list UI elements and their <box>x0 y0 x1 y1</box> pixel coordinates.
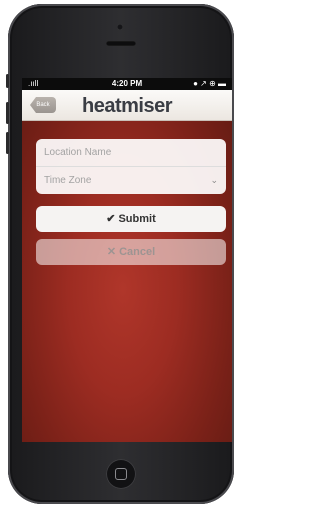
home-button[interactable] <box>106 459 136 489</box>
earpiece <box>106 41 136 46</box>
submit-button[interactable]: ✔ Submit <box>36 206 226 232</box>
chevron-down-icon: ⌄ <box>210 175 218 185</box>
close-icon: ✕ <box>106 246 117 258</box>
home-square-icon <box>115 468 127 480</box>
submit-label: Submit <box>118 213 156 225</box>
time-zone-label: Time Zone <box>44 175 92 186</box>
status-icons: ● ↗ ⊕ ▬ <box>193 79 226 88</box>
front-camera <box>117 24 123 30</box>
location-form: Location Name Time Zone ⌄ <box>36 139 226 194</box>
silent-switch <box>6 74 9 88</box>
cancel-button[interactable]: ✕ Cancel <box>36 239 226 265</box>
volume-up-button <box>6 102 9 124</box>
check-icon: ✔ <box>106 213 116 225</box>
volume-down-button <box>6 132 9 154</box>
nav-bar: Back heatmiser <box>22 90 232 121</box>
time-zone-select[interactable]: Time Zone ⌄ <box>36 166 226 194</box>
cancel-label: Cancel <box>119 246 156 258</box>
status-bar: .ııll 4:20 PM ● ↗ ⊕ ▬ <box>22 78 232 90</box>
heatmiser-logo: heatmiser <box>82 95 173 117</box>
app-screen: .ııll 4:20 PM ● ↗ ⊕ ▬ Back heatmiser Loc… <box>22 78 232 442</box>
location-name-field[interactable]: Location Name <box>36 139 226 166</box>
